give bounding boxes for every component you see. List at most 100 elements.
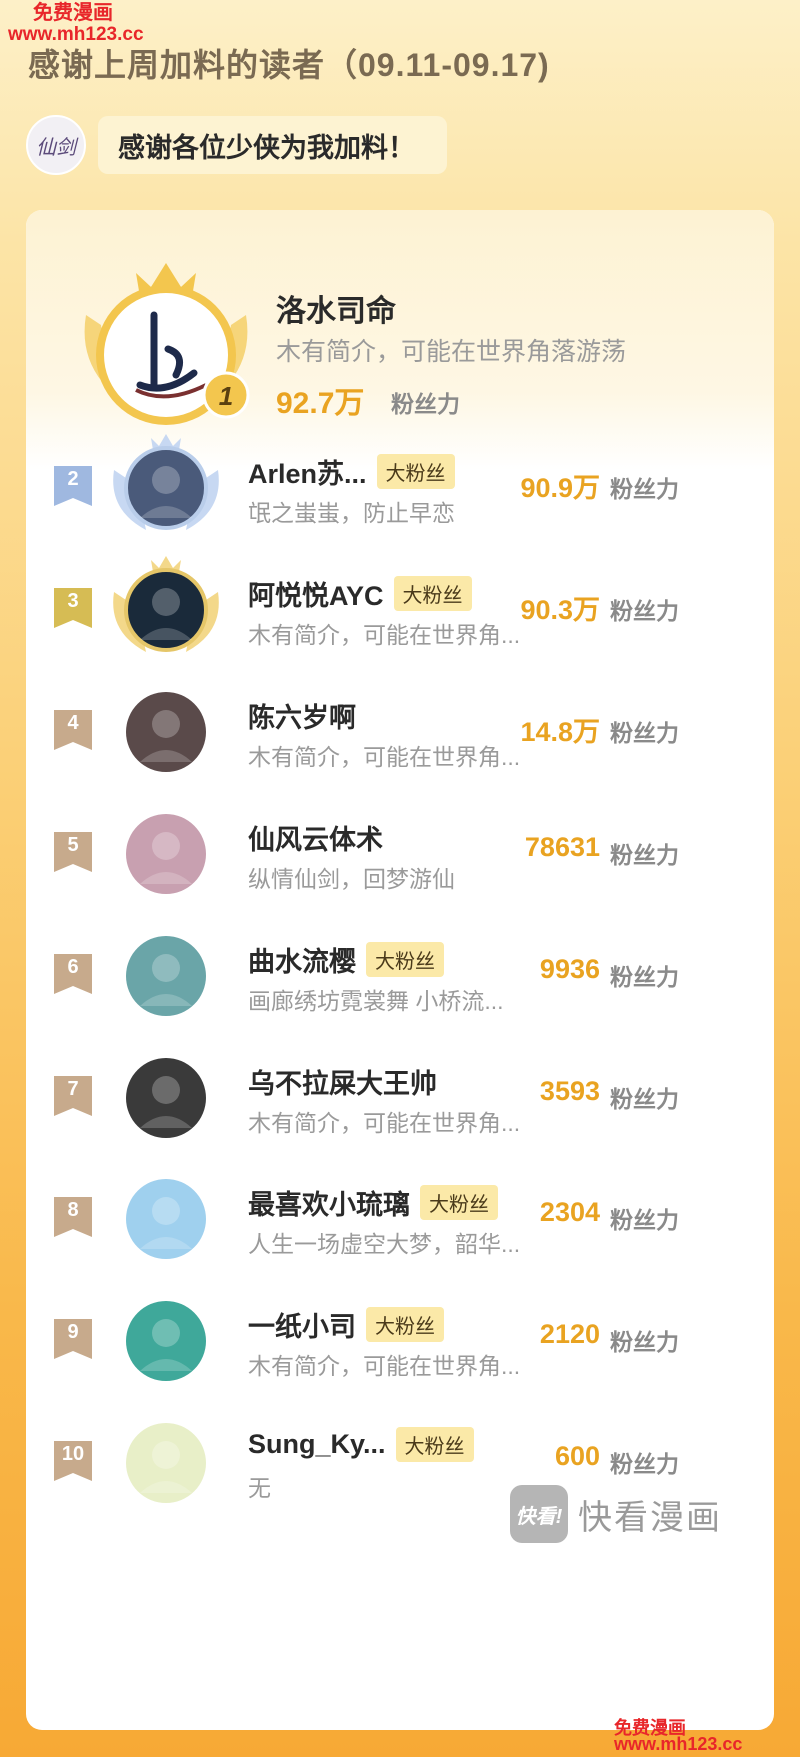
- watermark-line2: www.mh123.cc: [8, 24, 144, 45]
- reader-score: 600: [554, 1441, 600, 1472]
- avatar-frame-icon: [126, 1057, 206, 1138]
- avatar[interactable]: [106, 796, 226, 906]
- reader-bio: 木有简介，可能在世界角...: [248, 1109, 521, 1136]
- reader-score-label: 粉丝力: [610, 963, 679, 990]
- name-line: 陈六岁啊: [248, 696, 356, 735]
- avatar[interactable]: [106, 918, 226, 1028]
- reader-row[interactable]: 9 一纸小司 大粉丝 木有简介，可能在世界角... 2120 粉丝力: [26, 1269, 774, 1405]
- reader-row[interactable]: 6 曲水流樱 大粉丝 画廊绣坊霓裳舞 小桥流... 9936 粉丝力: [26, 904, 774, 1040]
- reader-score: 14.8万: [520, 716, 600, 747]
- rank-number: 6: [67, 955, 79, 978]
- watermark-bottom-line2: www.mh123.cc: [614, 1734, 743, 1754]
- reader-row[interactable]: 4 陈六岁啊 木有简介，可能在世界角... 14.8万 粉丝力: [26, 660, 774, 796]
- reader-score: 90.9万: [520, 473, 600, 503]
- top-reader-name[interactable]: 洛水司命: [276, 286, 396, 330]
- reader-name[interactable]: Sung_Ky...: [248, 1429, 386, 1460]
- reader-name[interactable]: 曲水流樱: [248, 940, 356, 979]
- big-fan-badge: 大粉丝: [393, 575, 472, 611]
- reader-bio: 木有简介，可能在世界角...: [248, 1353, 521, 1380]
- reader-score-label: 粉丝力: [610, 476, 679, 502]
- name-line: 仙风云体术: [248, 818, 383, 857]
- kuaikan-logo-icon: 快看!: [510, 1485, 568, 1543]
- reader-name[interactable]: 陈六岁啊: [248, 696, 356, 735]
- reader-score-label: 粉丝力: [610, 597, 679, 624]
- xianjian-logo-avatar[interactable]: 仙剑: [26, 115, 86, 175]
- watermark-bottom: 免费漫画 www.mh123.cc: [614, 1719, 743, 1754]
- brand-mark: 快看! 快看漫画: [510, 1485, 722, 1543]
- avatar[interactable]: [106, 1405, 226, 1515]
- reader-name[interactable]: 一纸小司: [248, 1305, 356, 1344]
- reader-row[interactable]: 3 阿悦悦AYC 大粉丝 木有简介，可能在世界角... 90.3万 粉丝力: [26, 538, 774, 674]
- name-line: Sung_Ky... 大粉丝: [248, 1427, 474, 1463]
- name-line: 阿悦悦AYC 大粉丝: [248, 574, 472, 613]
- rank-number: 9: [67, 1321, 79, 1344]
- avatar[interactable]: [106, 1283, 226, 1393]
- avatar[interactable]: [106, 1040, 226, 1150]
- big-fan-badge: 大粉丝: [395, 1427, 474, 1463]
- big-fan-badge: 大粉丝: [376, 454, 455, 489]
- reader-row[interactable]: 8 最喜欢小琉璃 大粉丝 人生一场虚空大梦，韶华... 2304 粉丝力: [26, 1147, 774, 1283]
- avatar-frame-icon: [126, 1179, 206, 1260]
- gold-crown-badge-icon: 1: [84, 263, 250, 425]
- intro-row: 仙剑 感谢各位少侠为我加料！: [26, 115, 447, 175]
- reader-score: 2304: [539, 1197, 600, 1228]
- name-line: 曲水流樱 大粉丝: [248, 940, 444, 979]
- big-fan-badge: 大粉丝: [366, 941, 444, 977]
- reader-score: 90.3万: [520, 594, 600, 625]
- reader-score: 3593: [539, 1075, 600, 1106]
- reader-bio: 无: [248, 1475, 271, 1502]
- avatar-frame-icon: [126, 1301, 206, 1382]
- avatar-frame-icon: [126, 813, 206, 894]
- rank-number: 7: [67, 1077, 79, 1100]
- avatar[interactable]: [106, 552, 226, 662]
- top-reader-bio: 木有简介，可能在世界角落游荡: [276, 338, 627, 366]
- rank-number: 8: [67, 1199, 79, 1222]
- reader-bio: 木有简介，可能在世界角...: [248, 621, 521, 648]
- name-line: 最喜欢小琉璃 大粉丝: [248, 1183, 498, 1222]
- rank-number: 4: [67, 711, 79, 734]
- avatar-frame-icon: [126, 691, 206, 772]
- watermark-top: 免费漫画 www.mh123.cc: [8, 2, 144, 46]
- avatar[interactable]: [106, 1161, 226, 1271]
- reader-name[interactable]: 仙风云体术: [248, 818, 383, 857]
- reader-score-label: 粉丝力: [610, 841, 679, 868]
- reader-bio: 画廊绣坊霓裳舞 小桥流...: [248, 987, 504, 1014]
- name-line: 一纸小司 大粉丝: [248, 1305, 444, 1344]
- rank-number: 10: [61, 1443, 85, 1466]
- reader-bio: 纵情仙剑，回梦游仙: [248, 865, 455, 892]
- avatar-frame-icon: [126, 935, 206, 1016]
- reader-score-label: 粉丝力: [610, 1329, 679, 1356]
- rank-number: 5: [67, 833, 79, 856]
- avatar-frame-icon: [113, 434, 219, 530]
- reader-bio: 氓之蚩蚩，防止早恋: [248, 500, 455, 526]
- thanks-message: 感谢各位少侠为我加料！: [98, 116, 447, 174]
- avatar[interactable]: [106, 674, 226, 784]
- reader-score: 78631: [524, 831, 600, 862]
- rank-number: 2: [67, 468, 79, 490]
- name-line: 乌不拉屎大王帅: [248, 1062, 437, 1101]
- rank-1-number: 1: [219, 381, 233, 411]
- reader-name[interactable]: 乌不拉屎大王帅: [248, 1062, 437, 1101]
- reader-name[interactable]: 最喜欢小琉璃: [248, 1183, 410, 1222]
- name-line: Arlen苏... 大粉丝: [248, 452, 455, 491]
- reader-score-label: 粉丝力: [610, 1451, 679, 1478]
- reader-name[interactable]: Arlen苏...: [248, 452, 367, 491]
- reader-row[interactable]: 5 仙风云体术 纵情仙剑，回梦游仙 78631 粉丝力: [26, 782, 774, 918]
- avatar-frame-icon: [113, 555, 219, 652]
- reader-score: 2120: [539, 1319, 600, 1350]
- reader-score-label: 粉丝力: [610, 1085, 679, 1112]
- avatar-frame-icon: [126, 1423, 206, 1504]
- reader-score: 9936: [539, 953, 600, 984]
- reader-score-label: 粉丝力: [610, 719, 679, 746]
- reader-row[interactable]: 7 乌不拉屎大王帅 木有简介，可能在世界角... 3593 粉丝力: [26, 1026, 774, 1162]
- reader-bio: 人生一场虚空大梦，韶华...: [248, 1231, 521, 1258]
- brand-name: 快看漫画: [578, 1498, 722, 1537]
- page-title: 感谢上周加料的读者（09.11-09.17): [28, 47, 550, 83]
- watermark-line1: 免费漫画: [33, 2, 113, 24]
- avatar[interactable]: [106, 430, 226, 540]
- reader-name[interactable]: 阿悦悦AYC: [248, 574, 384, 613]
- top-reader-score-label: 粉丝力: [391, 391, 460, 417]
- reader-row[interactable]: 2 Arlen苏... 大粉丝 氓之蚩蚩，防止早恋 90.9万 粉丝力: [26, 416, 774, 552]
- reader-score-label: 粉丝力: [610, 1207, 679, 1234]
- reader-bio: 木有简介，可能在世界角...: [248, 743, 521, 770]
